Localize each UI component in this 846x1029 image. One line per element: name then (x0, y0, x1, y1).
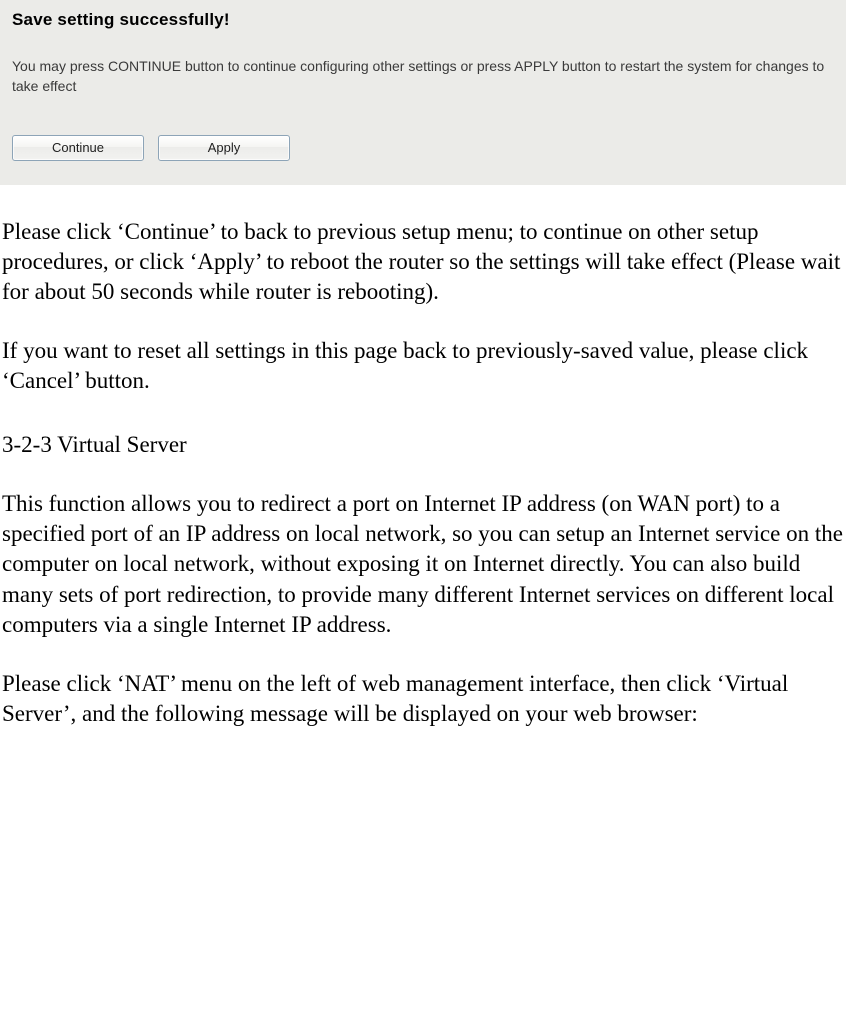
apply-button[interactable]: Apply (158, 135, 290, 161)
paragraph-cancel: If you want to reset all settings in thi… (2, 336, 846, 397)
dialog-button-row: Continue Apply (12, 135, 834, 161)
dialog-title: Save setting successfully! (12, 10, 834, 30)
continue-button[interactable]: Continue (12, 135, 144, 161)
paragraph-virtual-server-desc: This function allows you to redirect a p… (2, 489, 846, 641)
dialog-body-text: You may press CONTINUE button to continu… (12, 56, 834, 97)
save-setting-dialog: Save setting successfully! You may press… (0, 0, 846, 185)
paragraph-nat-instruction: Please click ‘NAT’ menu on the left of w… (2, 669, 846, 730)
document-body: Please click ‘Continue’ to back to previ… (0, 185, 846, 730)
section-heading-virtual-server: 3-2-3 Virtual Server (2, 430, 846, 460)
paragraph-continue-apply: Please click ‘Continue’ to back to previ… (2, 217, 846, 308)
